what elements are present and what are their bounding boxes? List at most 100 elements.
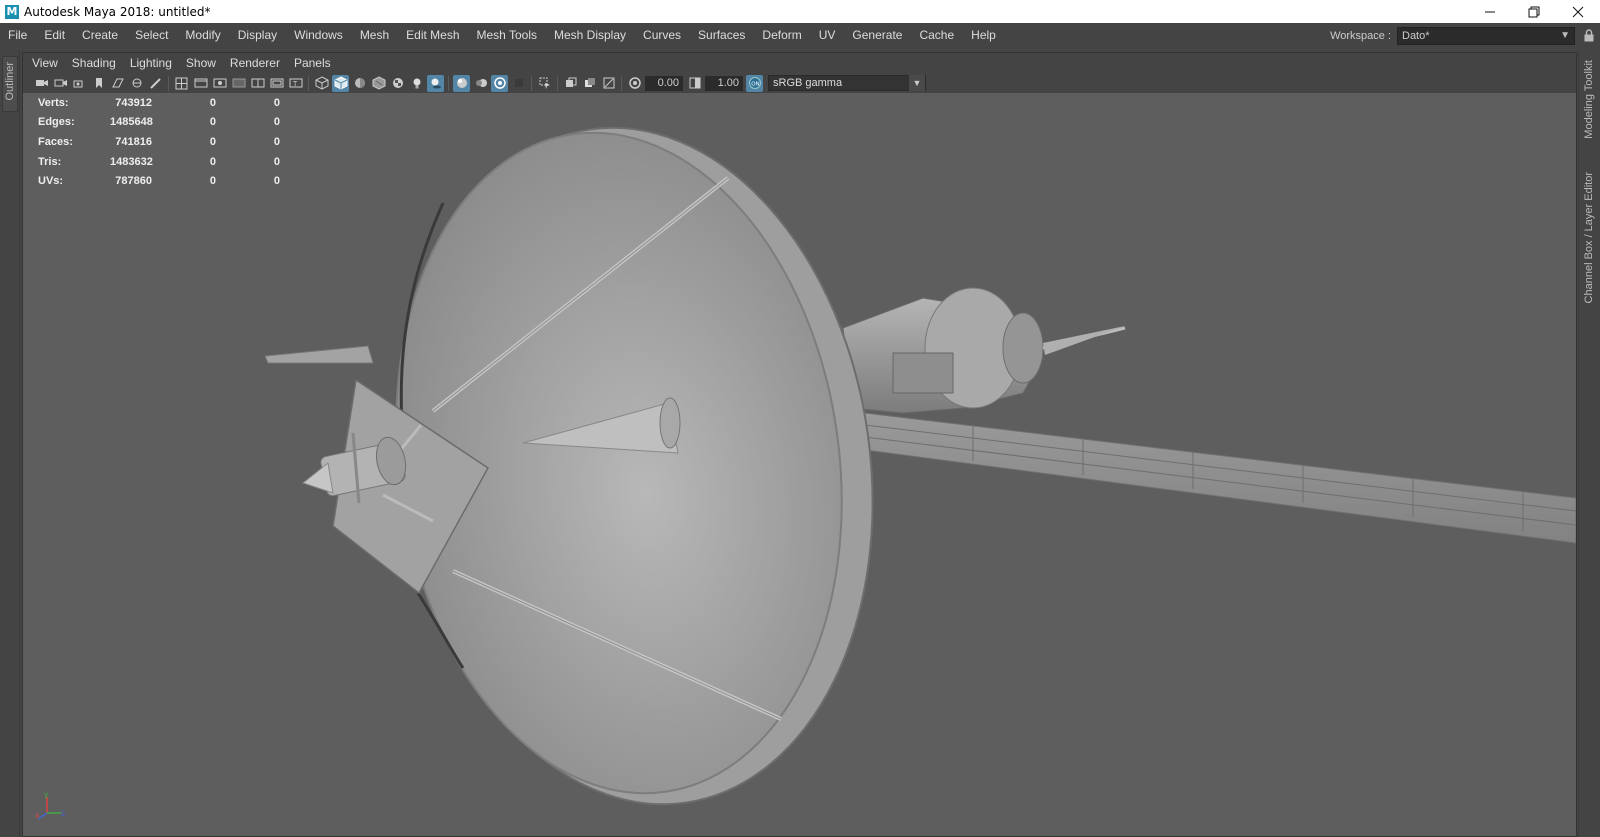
xray-joints-button[interactable] <box>600 75 617 92</box>
bookmarks-button[interactable] <box>71 75 88 92</box>
wireframe-button[interactable] <box>313 75 330 92</box>
hud-row-faces: Faces: 741816 0 0 <box>38 132 280 152</box>
color-management-button[interactable]: ON <box>746 74 763 92</box>
anti-aliasing-button[interactable] <box>491 74 508 92</box>
lights-button[interactable] <box>408 75 425 92</box>
textured-cube-icon <box>372 76 385 90</box>
panel-menu-shading[interactable]: Shading <box>65 53 123 73</box>
anti-aliasing-icon <box>493 77 506 89</box>
menu-file[interactable]: File <box>0 23 34 48</box>
shadows-button[interactable] <box>427 74 444 92</box>
viewport-panel: View Shading Lighting Show Renderer Pane… <box>22 52 1577 837</box>
camera-attributes-button[interactable] <box>52 75 69 92</box>
film-gate-button[interactable] <box>192 75 209 92</box>
grid-button[interactable] <box>173 75 190 92</box>
menu-surfaces[interactable]: Surfaces <box>688 23 752 48</box>
textured-button[interactable] <box>370 75 387 92</box>
xray-button[interactable] <box>562 75 579 92</box>
main-menu-bar: File Edit Create Select Modify Display W… <box>0 23 1600 48</box>
default-material-icon <box>354 78 365 88</box>
panel-menu-renderer[interactable]: Renderer <box>223 53 287 73</box>
menu-mesh[interactable]: Mesh <box>350 23 396 48</box>
image-plane-button[interactable] <box>109 75 126 92</box>
bookmark-button[interactable] <box>90 75 107 92</box>
resolution-gate-icon <box>213 78 226 88</box>
screen-space-ao-button[interactable] <box>453 74 470 92</box>
menu-uv[interactable]: UV <box>809 23 843 48</box>
menu-edit-mesh[interactable]: Edit Mesh <box>396 23 466 48</box>
view-transform-dropdown[interactable]: sRGB gamma ▼ <box>768 75 926 91</box>
grease-pencil-button[interactable] <box>147 75 164 92</box>
2d-pan-zoom-button[interactable] <box>128 75 145 92</box>
workspace-dropdown[interactable]: Dato* ▼ <box>1397 26 1575 45</box>
menu-help[interactable]: Help <box>961 23 1003 48</box>
default-material-button[interactable] <box>351 75 368 92</box>
select-camera-button[interactable] <box>33 75 50 92</box>
wireframe-cube-icon <box>315 76 328 90</box>
window-title: Autodesk Maya 2018: untitled* <box>24 4 211 19</box>
hud-value: 741816 <box>115 135 152 148</box>
svg-text:y: y <box>44 791 49 799</box>
hud-value: 1483632 <box>110 155 153 168</box>
hud-label: Tris: <box>38 155 62 168</box>
menu-windows[interactable]: Windows <box>284 23 350 48</box>
motion-blur-button[interactable] <box>472 75 489 92</box>
safe-title-button[interactable]: T <box>287 75 304 92</box>
outliner-tab[interactable]: Outliner <box>2 56 18 112</box>
chevron-down-icon: ▼ <box>909 75 925 91</box>
checker-button[interactable] <box>389 75 406 92</box>
panel-menu-panels[interactable]: Panels <box>287 53 338 73</box>
view-transform-value: sRGB gamma <box>773 77 843 89</box>
light-bulb-icon <box>413 78 420 89</box>
minimize-icon <box>1485 11 1495 12</box>
left-dock-strip: Outliner <box>0 50 20 837</box>
3d-viewport[interactable]: Verts: 743912 0 0 Edges: 1485648 0 0 Fac… <box>23 93 1576 836</box>
panel-menu-view[interactable]: View <box>23 53 65 73</box>
menu-edit[interactable]: Edit <box>34 23 72 48</box>
gate-mask-icon <box>232 78 245 88</box>
exposure-button[interactable] <box>626 75 643 92</box>
field-chart-button[interactable] <box>249 75 266 92</box>
safe-action-button[interactable] <box>268 75 285 92</box>
menu-curves[interactable]: Curves <box>633 23 688 48</box>
menu-mesh-tools[interactable]: Mesh Tools <box>467 23 544 48</box>
menu-cache[interactable]: Cache <box>909 23 961 48</box>
menu-modify[interactable]: Modify <box>175 23 227 48</box>
toolbar-separator <box>308 75 309 91</box>
smooth-shade-cube-icon <box>334 76 347 90</box>
menu-display[interactable]: Display <box>228 23 284 48</box>
hud-label: UVs: <box>38 175 64 188</box>
minimize-button[interactable] <box>1468 0 1512 23</box>
channel-box-tab[interactable]: Channel Box / Layer Editor <box>1583 172 1595 303</box>
hud-label: Verts: <box>38 96 69 109</box>
menu-generate[interactable]: Generate <box>842 23 909 48</box>
svg-text:T: T <box>292 80 298 88</box>
smooth-shade-button[interactable] <box>332 74 349 92</box>
panel-menu-lighting[interactable]: Lighting <box>123 53 179 73</box>
safe-title-icon: T <box>289 78 302 88</box>
gamma-field[interactable]: 1.00 <box>705 75 743 91</box>
menu-mesh-display[interactable]: Mesh Display <box>544 23 633 48</box>
menu-create[interactable]: Create <box>72 23 125 48</box>
exposure-field[interactable]: 0.00 <box>645 75 683 91</box>
xray-active-components-button[interactable] <box>581 75 598 92</box>
menu-select[interactable]: Select <box>125 23 175 48</box>
maya-logo-icon: M <box>5 4 19 19</box>
xray-components-icon <box>584 78 595 87</box>
isolate-select-button[interactable] <box>536 75 553 92</box>
bookmark-camera-icon <box>73 80 82 88</box>
close-button[interactable] <box>1556 0 1600 23</box>
toolbar-separator <box>448 75 449 91</box>
panel-menu-show[interactable]: Show <box>179 53 223 73</box>
modeling-toolkit-tab[interactable]: Modeling Toolkit <box>1583 60 1595 139</box>
lock-button[interactable] <box>1578 27 1600 45</box>
outliner-tab-label: Outliner <box>4 62 16 101</box>
gamma-button[interactable] <box>686 75 703 92</box>
grid-icon <box>175 77 188 89</box>
toolbar-separator <box>557 75 558 91</box>
resolution-gate-button[interactable] <box>211 75 228 92</box>
gate-mask-button[interactable] <box>230 75 247 92</box>
depth-of-field-button[interactable] <box>510 75 527 92</box>
menu-deform[interactable]: Deform <box>752 23 808 48</box>
restore-button[interactable] <box>1512 0 1556 23</box>
